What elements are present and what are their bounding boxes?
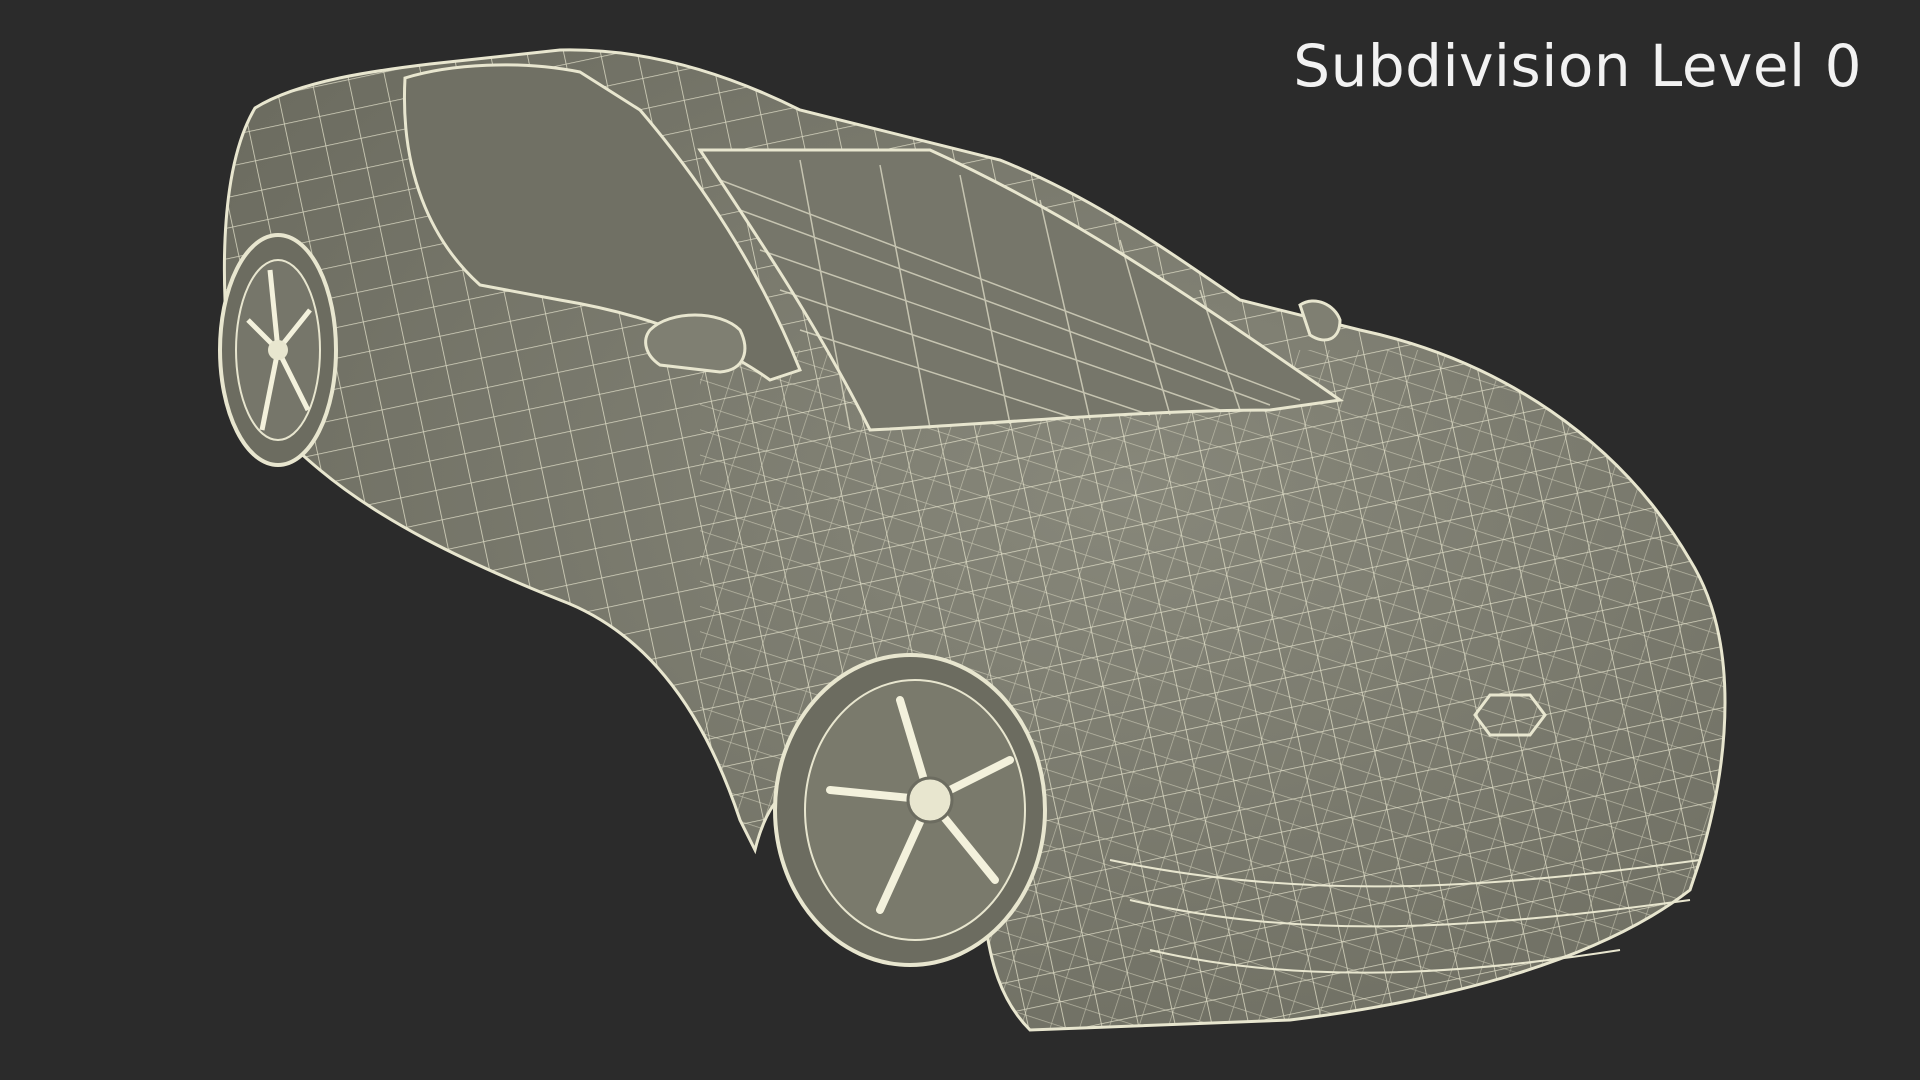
subdivision-level-label: Subdivision Level 0 <box>1293 32 1862 100</box>
front-wheel <box>773 653 1047 967</box>
rear-wheel <box>218 233 338 467</box>
car-wireframe-render <box>218 48 1727 1032</box>
render-viewport: Subdivision Level 0 <box>0 0 1920 1080</box>
